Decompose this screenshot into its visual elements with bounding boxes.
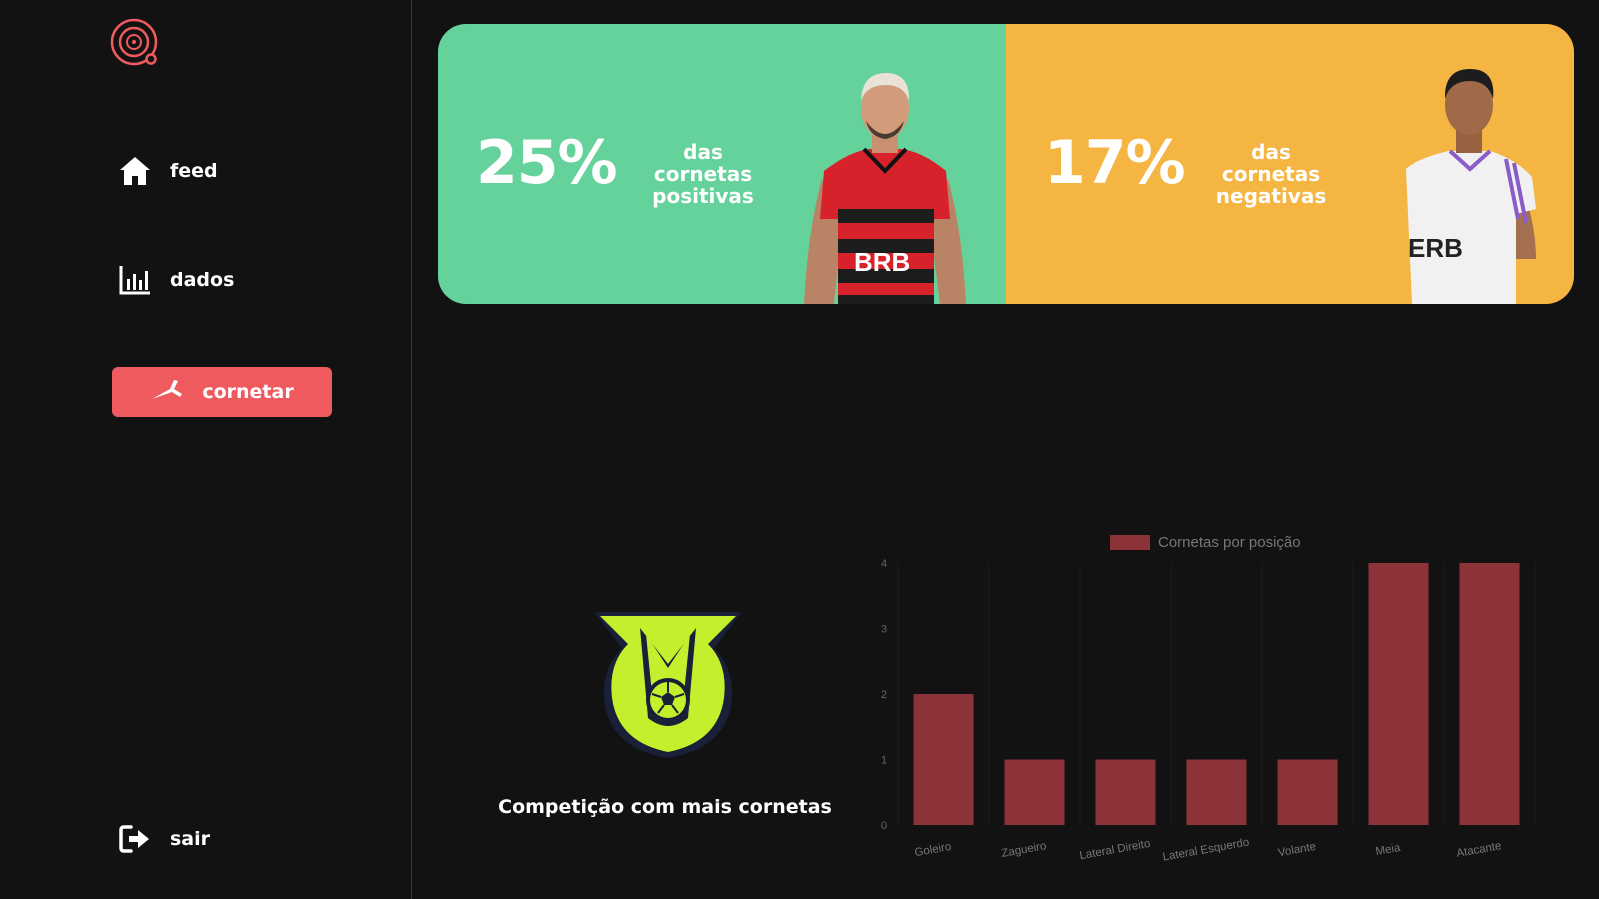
y-tick-label: 1	[881, 755, 887, 767]
logout-button[interactable]: sair	[118, 822, 210, 856]
logout-icon	[118, 822, 152, 856]
legend-swatch	[1110, 534, 1150, 550]
svg-text:ERB: ERB	[1408, 233, 1463, 263]
sidebar-item-label: dados	[170, 269, 235, 291]
app-logo-icon[interactable]	[110, 18, 162, 70]
player-photo: ERB	[1386, 59, 1556, 304]
bar	[1459, 563, 1520, 825]
x-tick-label: Lateral Esquerdo	[1162, 837, 1250, 864]
positive-line1: das cornetas	[653, 140, 753, 186]
y-tick-label: 4	[881, 558, 887, 570]
home-icon	[118, 154, 152, 188]
positive-stat-card: 25% das cornetas positivas BRB	[438, 24, 1006, 304]
cornetar-button-label: cornetar	[202, 381, 294, 403]
negative-stat-card: 17% das cornetas negativas ERB	[1006, 24, 1574, 304]
sidebar-item-label: feed	[170, 160, 218, 182]
y-tick-label: 3	[881, 624, 887, 636]
negative-line1: das cornetas	[1221, 140, 1321, 186]
horn-icon	[150, 378, 184, 406]
positive-line2: positivas	[652, 184, 754, 208]
cornetar-button[interactable]: cornetar	[112, 367, 332, 417]
competition-caption: Competição com mais cornetas	[498, 796, 832, 818]
bar	[1004, 759, 1065, 825]
sidebar: feed dados cornetar sair	[0, 0, 412, 899]
bar-chart-icon	[118, 263, 152, 297]
bar-chart-svg: 0 1 2 3 4 Cornetas por posição Goleiro Zagueiro…	[881, 534, 1536, 864]
brasileirao-trophy-icon	[584, 608, 752, 768]
x-tick-label: Zagueiro	[1001, 840, 1048, 860]
y-tick-label: 0	[881, 820, 887, 832]
x-tick-label: Lateral Direito	[1079, 838, 1152, 862]
logout-label: sair	[170, 828, 211, 850]
x-tick-label: Atacante	[1456, 840, 1503, 860]
bar	[1186, 759, 1247, 825]
sidebar-item-dados[interactable]: dados	[118, 263, 234, 297]
y-tick-label: 2	[881, 689, 887, 701]
x-tick-label: Meia	[1375, 842, 1402, 858]
stats-banner: 25% das cornetas positivas BRB 17% das c…	[438, 24, 1574, 304]
bar	[1368, 563, 1429, 825]
positive-description: das cornetas positivas	[636, 141, 770, 207]
cornetas-por-posicao-chart: 0 1 2 3 4 Cornetas por posição Goleiro Zagueiro…	[880, 534, 1580, 885]
x-tick-label: Volante	[1277, 841, 1317, 859]
svg-text:BRB: BRB	[854, 247, 910, 277]
negative-line2: negativas	[1215, 184, 1327, 208]
player-photo: BRB	[800, 59, 970, 304]
bar	[1277, 759, 1338, 825]
negative-percent: 17%	[1044, 128, 1186, 198]
bar	[913, 694, 974, 825]
positive-percent: 25%	[476, 128, 618, 198]
bar	[1095, 759, 1156, 825]
negative-description: das cornetas negativas	[1204, 141, 1338, 207]
x-tick-label: Goleiro	[914, 841, 953, 859]
legend-label: Cornetas por posição	[1158, 535, 1301, 551]
sidebar-item-feed[interactable]: feed	[118, 154, 218, 188]
